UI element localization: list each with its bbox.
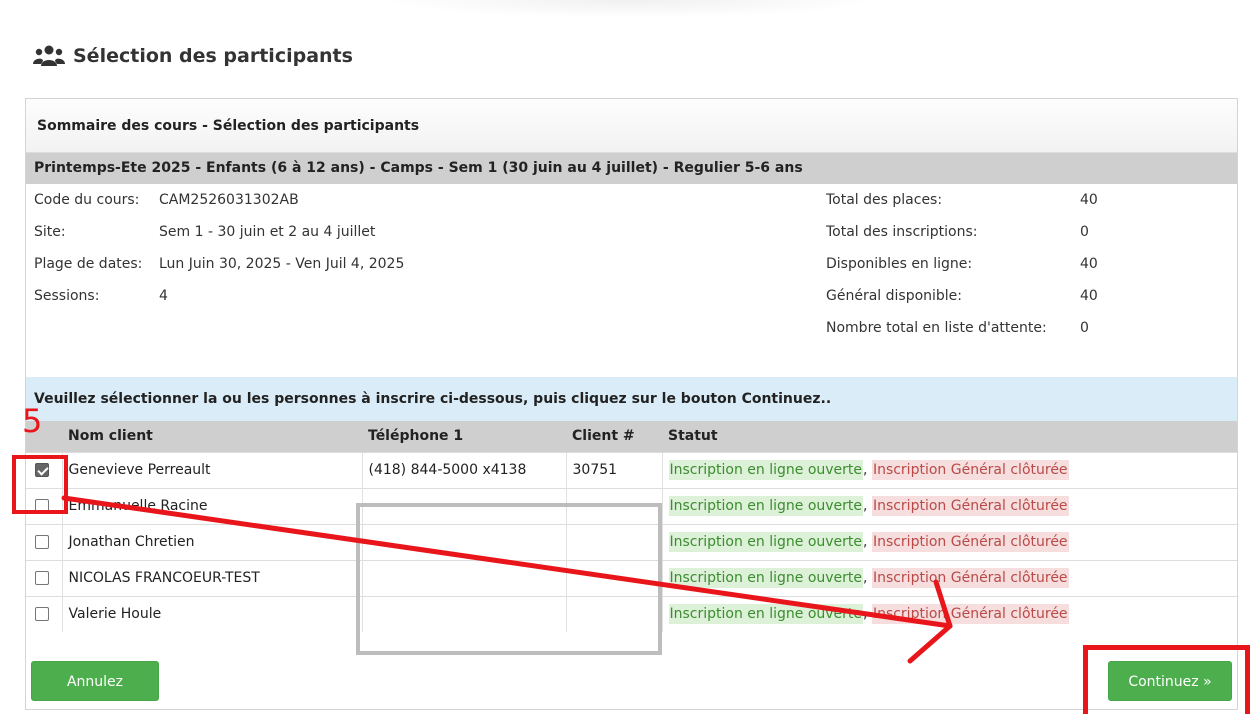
status-open: Inscription en ligne ouverte	[668, 604, 864, 625]
client-number	[565, 523, 662, 560]
detail-label: Général disponible:	[826, 288, 963, 304]
page-header: Sélection des participants	[33, 44, 353, 68]
course-name: Printemps-Ete 2025 - Enfants (6 à 12 ans…	[26, 153, 1237, 184]
cancel-button[interactable]: Annulez	[31, 661, 159, 701]
client-phone	[361, 559, 566, 596]
continue-button[interactable]: Continuez »	[1108, 661, 1232, 701]
status-open: Inscription en ligne ouverte	[668, 568, 864, 588]
client-phone	[361, 595, 566, 632]
status-closed: Inscription Général clôturée	[871, 460, 1069, 480]
detail-label: Sessions:	[34, 288, 100, 304]
users-icon	[33, 45, 65, 66]
client-number: 30751	[565, 451, 662, 488]
panel-title: Sommaire des cours - Sélection des parti…	[26, 99, 1237, 153]
status-closed: Inscription Général clôturée	[871, 568, 1069, 588]
select-column-header	[26, 421, 62, 452]
client-number	[565, 559, 662, 596]
client-phone	[361, 487, 566, 524]
client-phone: (418) 844-5000 x4138	[361, 451, 566, 488]
row-checkbox[interactable]	[35, 607, 49, 622]
status-open: Inscription en ligne ouverte	[668, 460, 864, 480]
client-number	[565, 487, 662, 524]
status-closed: Inscription Général clôturée	[871, 496, 1069, 516]
table-row: Emmanuelle Racine Inscription en ligne o…	[26, 487, 1237, 524]
table-row: NICOLAS FRANCOEUR-TEST Inscription en li…	[26, 559, 1237, 596]
row-checkbox[interactable]	[35, 571, 49, 585]
table-row: Jonathan Chretien Inscription en ligne o…	[26, 523, 1237, 560]
status-closed: Inscription Général clôturée	[871, 604, 1069, 625]
status-column-header: Statut	[662, 421, 1237, 452]
detail-value: 4	[159, 288, 168, 304]
detail-value: 0	[1080, 320, 1089, 336]
client-name: Valerie Houle	[62, 595, 362, 632]
client-number	[565, 595, 662, 632]
clients-table: Nom client Téléphone 1 Client # Statut G…	[26, 421, 1237, 632]
detail-label: Disponibles en ligne:	[826, 256, 973, 272]
row-checkbox[interactable]	[35, 463, 49, 477]
client-status: Inscription en ligne ouverte, Inscriptio…	[661, 523, 1237, 560]
top-shadow	[380, 0, 880, 18]
detail-label: Nombre total en liste d'attente:	[826, 320, 1047, 336]
client-column-header: Client #	[566, 421, 662, 452]
row-checkbox[interactable]	[35, 499, 49, 513]
detail-label: Site:	[34, 224, 66, 240]
client-status: Inscription en ligne ouverte, Inscriptio…	[661, 595, 1237, 632]
table-header-row: Nom client Téléphone 1 Client # Statut	[26, 421, 1237, 452]
page-title: Sélection des participants	[73, 45, 353, 67]
detail-value: 40	[1080, 192, 1098, 208]
client-name: Emmanuelle Racine	[62, 487, 362, 524]
client-phone	[361, 523, 566, 560]
detail-label: Total des inscriptions:	[826, 224, 978, 240]
detail-value: CAM2526031302AB	[159, 192, 299, 208]
course-details: Code du cours: CAM2526031302AB Site: Sem…	[26, 184, 1237, 377]
client-status: Inscription en ligne ouverte, Inscriptio…	[661, 487, 1237, 524]
instruction-text: Veuillez sélectionner la ou les personne…	[26, 377, 1237, 421]
detail-label: Code du cours:	[34, 192, 140, 208]
table-row: Valerie Houle Inscription en ligne ouver…	[26, 595, 1237, 632]
status-open: Inscription en ligne ouverte	[668, 496, 864, 516]
course-summary-panel: Sommaire des cours - Sélection des parti…	[25, 98, 1238, 710]
detail-value: 40	[1080, 256, 1098, 272]
detail-label: Plage de dates:	[34, 256, 143, 272]
client-name: NICOLAS FRANCOEUR-TEST	[62, 559, 362, 596]
client-status: Inscription en ligne ouverte, Inscriptio…	[661, 451, 1237, 488]
status-open: Inscription en ligne ouverte	[668, 532, 864, 552]
client-name: Jonathan Chretien	[62, 523, 362, 560]
client-name: Genevieve Perreault	[62, 451, 362, 488]
detail-value: 0	[1080, 224, 1089, 240]
name-column-header: Nom client	[62, 421, 362, 452]
detail-label: Total des places:	[826, 192, 943, 208]
detail-value: Sem 1 - 30 juin et 2 au 4 juillet	[159, 224, 376, 240]
detail-value: 40	[1080, 288, 1098, 304]
table-row: Genevieve Perreault (418) 844-5000 x4138…	[26, 451, 1237, 488]
detail-value: Lun Juin 30, 2025 - Ven Juil 4, 2025	[159, 256, 405, 272]
phone-column-header: Téléphone 1	[362, 421, 566, 452]
row-checkbox[interactable]	[35, 535, 49, 549]
client-status: Inscription en ligne ouverte, Inscriptio…	[661, 559, 1237, 596]
status-closed: Inscription Général clôturée	[871, 532, 1069, 552]
